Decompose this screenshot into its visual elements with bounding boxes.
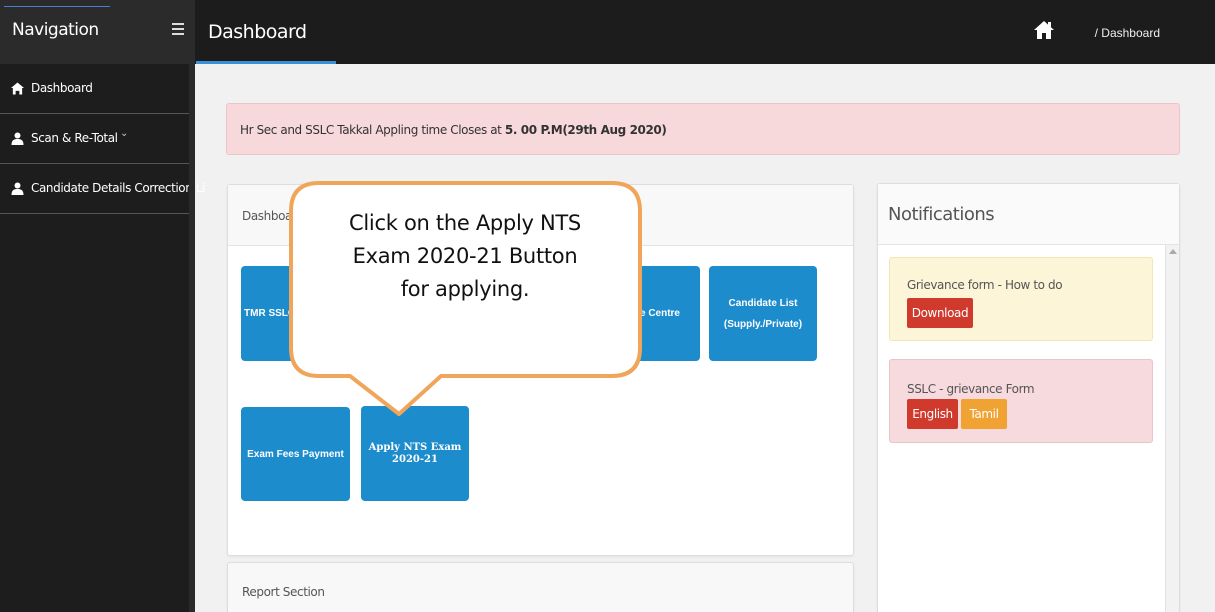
callout-line: for applying. — [400, 277, 530, 301]
hamburger-menu-icon[interactable] — [172, 23, 184, 35]
tile-sublabel: 2020-21 — [392, 453, 438, 465]
notifications-scrollbar[interactable] — [1165, 245, 1179, 612]
alert-text: Hr Sec and SSLC Takkal Appling time Clos… — [240, 123, 667, 137]
scroll-up-arrow-icon[interactable] — [1169, 249, 1177, 254]
nav-title-accent — [4, 6, 110, 7]
sidebar: Dashboard Scan & Re-Total ⌄ Candidate De… — [0, 64, 205, 612]
callout-line: Click on the Apply NTS — [349, 211, 581, 235]
title-underline — [196, 61, 336, 64]
callout-text: Click on the Apply NTS Exam 2020-21 Butt… — [305, 207, 625, 306]
callout-line: Exam 2020-21 Button — [352, 244, 578, 268]
user-icon — [11, 182, 24, 195]
notice-sslc-grievance-form: SSLC - grievance Form English Tamil — [889, 359, 1153, 443]
report-section-title: Report Section — [242, 585, 325, 599]
page-title: Dashboard — [208, 21, 307, 43]
notice-title: SSLC - grievance Form — [907, 382, 1035, 396]
sidebar-item-dashboard[interactable]: Dashboard — [0, 64, 189, 114]
english-button[interactable]: English — [907, 399, 958, 429]
home-icon[interactable] — [1033, 20, 1055, 40]
tile-sublabel: (Supply./Private) — [723, 318, 803, 330]
notice-title: Grievance form - How to do — [907, 278, 1063, 292]
tile-candidate-list[interactable]: Candidate List (Supply./Private) — [709, 266, 817, 361]
breadcrumb[interactable]: / Dashboard — [1095, 26, 1160, 40]
notifications-title: Notifications — [888, 204, 995, 225]
download-button[interactable]: Download — [907, 298, 973, 328]
tile-label: Candidate List — [728, 297, 798, 309]
sidebar-item-label: Dashboard — [31, 81, 93, 95]
sidebar-item-label: Candidate Details Correction Li — [31, 181, 206, 195]
top-bar: Navigation Dashboard / Dashboard — [0, 0, 1215, 64]
alert-deadline: 5. 00 P.M(29th Aug 2020) — [504, 123, 667, 137]
tile-label: late Centre — [628, 308, 680, 319]
tile-apply-nts-exam[interactable]: Apply NTS Exam 2020-21 — [361, 406, 469, 501]
report-section-panel: Report Section — [227, 562, 854, 612]
nav-header: Navigation — [0, 0, 195, 64]
tile-label: Exam Fees Payment — [247, 448, 344, 460]
tile-label: Apply NTS Exam — [368, 441, 462, 453]
sidebar-item-label: Scan & Re-Total — [31, 131, 118, 145]
notifications-header: Notifications — [878, 184, 1179, 245]
chevron-down-icon[interactable]: ⌄ — [120, 128, 128, 139]
tamil-button[interactable]: Tamil — [961, 399, 1007, 429]
dashboard-panel-title: Dashboar — [242, 209, 297, 223]
alert-banner: Hr Sec and SSLC Takkal Appling time Clos… — [226, 103, 1180, 155]
home-icon — [11, 82, 24, 95]
notice-grievance-how-to: Grievance form - How to do Download — [889, 257, 1153, 341]
sidebar-item-scan-retotal[interactable]: Scan & Re-Total ⌄ — [0, 114, 189, 164]
tile-exam-fees-payment[interactable]: Exam Fees Payment — [241, 407, 350, 501]
tile-label: TMR SSLC — [244, 308, 296, 319]
sidebar-scrollbar[interactable] — [189, 64, 195, 612]
nav-title: Navigation — [12, 20, 99, 40]
sidebar-item-candidate-correction[interactable]: Candidate Details Correction Li — [0, 164, 205, 214]
user-icon — [11, 132, 24, 145]
